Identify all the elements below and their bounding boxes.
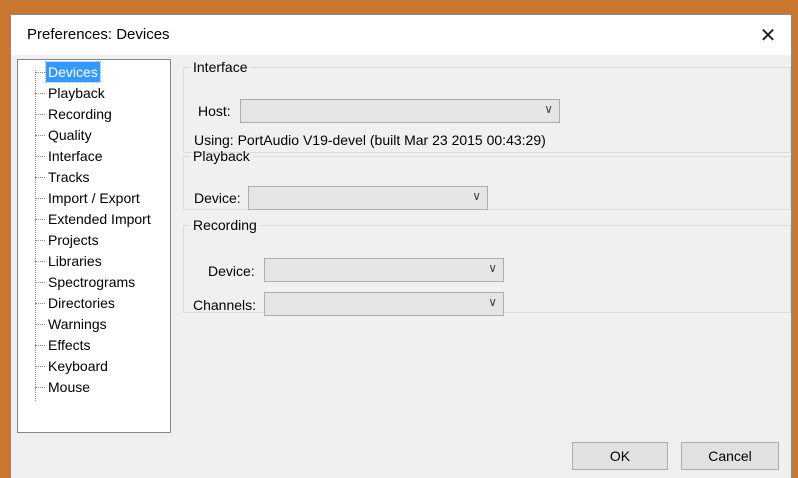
category-tree[interactable]: Devices Playback Recording Quality Inter… [17,59,171,433]
chevron-down-icon: ∨ [544,102,553,116]
recording-legend: Recording [193,217,257,233]
recording-group: Recording Device: ∨ Channels: ∨ [183,217,791,316]
cancel-button[interactable]: Cancel [681,442,779,470]
chevron-down-icon: ∨ [488,295,497,309]
chevron-down-icon: ∨ [472,189,481,203]
chevron-down-icon: ∨ [488,261,497,275]
ok-button[interactable]: OK [572,442,668,470]
tree-connector-line [35,70,36,401]
using-text: Using: PortAudio V19-devel (built Mar 23… [194,132,546,148]
host-label: Host: [198,103,231,119]
channels-combo[interactable]: ∨ [264,292,504,316]
playback-device-combo[interactable]: ∨ [248,186,488,210]
channels-label: Channels: [193,297,257,313]
playback-group: Playback Device: ∨ [183,148,791,210]
title-bar: Preferences: Devices ✕ [11,15,791,55]
playback-legend: Playback [193,148,250,164]
recording-device-label: Device: [208,263,255,279]
interface-legend: Interface [193,59,248,75]
dialog-title: Preferences: Devices [27,26,170,43]
host-combo[interactable]: ∨ [240,99,560,123]
playback-device-label: Device: [194,190,241,206]
interface-group: Interface Host: ∨ Using: PortAudio V19-d… [183,59,791,153]
preferences-dialog: Preferences: Devices ✕ Devices Playback … [10,14,792,478]
close-icon[interactable]: ✕ [745,15,791,55]
recording-device-combo[interactable]: ∨ [264,258,504,282]
